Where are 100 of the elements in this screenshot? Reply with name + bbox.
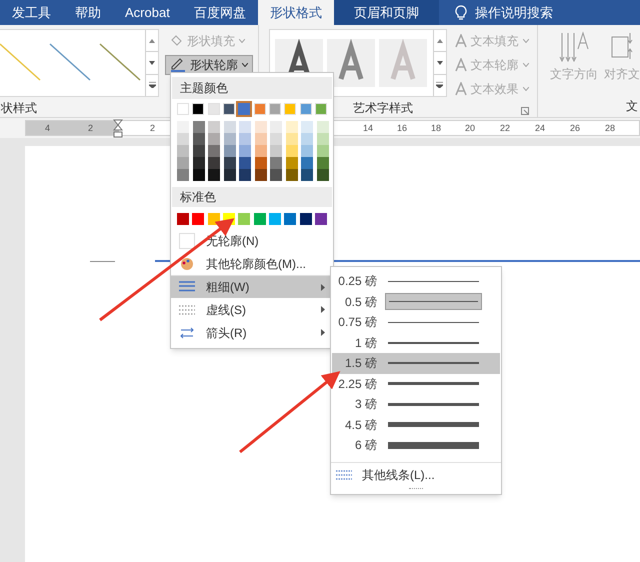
color-swatch[interactable] xyxy=(254,169,266,181)
search-hint[interactable]: 操作说明搜索 xyxy=(474,2,553,22)
color-swatch[interactable] xyxy=(239,169,251,181)
ribbon-tab[interactable]: 形状格式 xyxy=(258,0,334,25)
menu-item[interactable]: 0.5 磅 xyxy=(332,292,500,312)
menu-item[interactable]: 4.5 磅 xyxy=(332,414,500,435)
color-swatch[interactable] xyxy=(286,169,298,181)
color-swatch[interactable] xyxy=(301,121,313,133)
color-swatch[interactable] xyxy=(315,213,327,225)
color-swatch[interactable] xyxy=(208,145,220,157)
color-swatch[interactable] xyxy=(315,103,328,115)
color-swatch[interactable] xyxy=(254,213,266,225)
shape-line xyxy=(90,261,115,262)
color-swatch[interactable] xyxy=(192,213,204,225)
menu-item[interactable]: 其他轮廓颜色(M)... xyxy=(171,252,333,275)
color-swatch[interactable] xyxy=(286,157,298,169)
color-swatch[interactable] xyxy=(224,169,236,181)
color-swatch[interactable] xyxy=(284,103,296,115)
ruler-number: 16 xyxy=(397,122,408,135)
color-swatch[interactable] xyxy=(224,133,236,145)
resize-grip-icon[interactable] xyxy=(409,488,423,492)
color-swatch[interactable] xyxy=(301,145,313,157)
menu-item[interactable]: 粗细(W) xyxy=(171,275,333,298)
color-swatch[interactable] xyxy=(270,145,282,157)
color-swatch[interactable] xyxy=(254,157,266,169)
menu-item[interactable]: 1.5 磅 xyxy=(332,353,500,374)
color-swatch[interactable] xyxy=(316,145,328,157)
menu-item[interactable]: 0.25 磅 xyxy=(332,271,500,292)
color-swatch[interactable] xyxy=(177,169,189,181)
color-swatch[interactable] xyxy=(270,121,282,133)
menu-item[interactable]: 6 磅 xyxy=(332,435,500,456)
color-swatch[interactable] xyxy=(239,121,251,133)
color-swatch[interactable] xyxy=(316,169,328,181)
color-swatch[interactable] xyxy=(224,157,236,169)
color-swatch[interactable] xyxy=(270,157,282,169)
color-swatch[interactable] xyxy=(286,121,298,133)
group-label: 状样式 xyxy=(0,100,37,117)
color-swatch[interactable] xyxy=(192,157,204,169)
color-swatch[interactable] xyxy=(192,133,204,145)
color-swatch[interactable] xyxy=(254,145,266,157)
color-swatch[interactable] xyxy=(208,169,220,181)
menu-item[interactable]: 0.75 磅 xyxy=(332,312,500,332)
color-swatch[interactable] xyxy=(208,103,220,115)
color-swatch[interactable] xyxy=(208,157,220,169)
color-swatch[interactable] xyxy=(208,133,220,145)
color-swatch[interactable] xyxy=(239,145,251,157)
color-swatch[interactable] xyxy=(316,121,328,133)
color-swatch[interactable] xyxy=(254,103,266,115)
color-swatch[interactable] xyxy=(270,133,282,145)
color-swatch[interactable] xyxy=(208,121,220,133)
menu-item[interactable]: 2.25 磅 xyxy=(332,374,500,394)
dialog-launcher-icon[interactable] xyxy=(521,107,529,115)
color-swatch[interactable] xyxy=(301,169,313,181)
menu-item[interactable]: 虚线(S) xyxy=(171,298,333,321)
color-swatch[interactable] xyxy=(177,157,189,169)
color-swatch[interactable] xyxy=(238,103,250,115)
color-swatch[interactable] xyxy=(239,157,251,169)
color-swatch[interactable] xyxy=(254,121,266,133)
color-swatch[interactable] xyxy=(286,145,298,157)
color-swatch[interactable] xyxy=(192,121,204,133)
menu-item[interactable]: 箭头(R) xyxy=(171,321,333,344)
color-swatch[interactable] xyxy=(316,157,328,169)
color-swatch[interactable] xyxy=(300,103,312,115)
line-style-preview[interactable] xyxy=(48,42,92,82)
color-swatch[interactable] xyxy=(177,103,189,115)
color-swatch[interactable] xyxy=(316,133,328,145)
color-swatch[interactable] xyxy=(286,133,298,145)
color-swatch[interactable] xyxy=(270,169,282,181)
color-swatch[interactable] xyxy=(192,103,204,115)
color-swatch[interactable] xyxy=(177,213,189,225)
color-swatch[interactable] xyxy=(254,133,266,145)
caret-down-icon xyxy=(522,39,529,43)
indent-marker-icon[interactable] xyxy=(113,119,123,138)
color-swatch[interactable] xyxy=(284,213,296,225)
color-swatch[interactable] xyxy=(224,121,236,133)
color-swatch[interactable] xyxy=(301,133,313,145)
letter-a-icon xyxy=(454,58,467,72)
color-swatch[interactable] xyxy=(269,103,281,115)
color-swatch[interactable] xyxy=(239,133,251,145)
color-swatch[interactable] xyxy=(177,145,189,157)
ribbon-tab[interactable]: 页眉和页脚 xyxy=(334,0,439,25)
menu-item[interactable]: 3 磅 xyxy=(332,394,500,414)
color-swatch[interactable] xyxy=(224,145,236,157)
color-swatch[interactable] xyxy=(269,213,281,225)
empty-swatch-icon xyxy=(179,232,195,248)
color-swatch[interactable] xyxy=(192,145,204,157)
line-weight-icon xyxy=(179,281,195,293)
color-swatch[interactable] xyxy=(177,133,189,145)
line-style-preview[interactable] xyxy=(0,42,42,82)
menu-item[interactable]: 1 磅 xyxy=(332,332,500,353)
color-swatch[interactable] xyxy=(177,121,189,133)
menu-item[interactable]: 其他线条(L)... xyxy=(362,466,435,484)
wordart-style-preview[interactable] xyxy=(327,39,376,87)
color-swatch[interactable] xyxy=(208,213,220,225)
line-options-icon xyxy=(336,470,352,480)
color-swatch[interactable] xyxy=(238,213,250,225)
color-swatch[interactable] xyxy=(192,169,204,181)
color-swatch[interactable] xyxy=(300,213,312,225)
color-swatch[interactable] xyxy=(223,103,235,115)
color-swatch[interactable] xyxy=(301,157,313,169)
